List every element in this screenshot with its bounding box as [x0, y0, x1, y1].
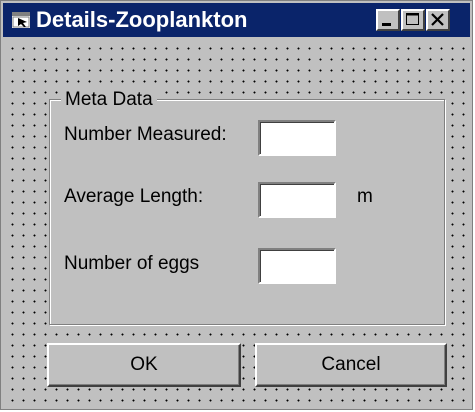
window-title: Details-Zooplankton: [36, 7, 248, 32]
meta-data-legend: Meta Data: [61, 89, 157, 111]
cancel-button[interactable]: Cancel: [255, 343, 447, 387]
title-bar[interactable]: Details-Zooplankton: [3, 3, 470, 37]
number-measured-field[interactable]: [258, 120, 336, 156]
average-length-unit: m: [357, 186, 373, 208]
minimize-icon: [382, 23, 391, 26]
close-button[interactable]: [426, 9, 450, 31]
maximize-icon: [406, 13, 419, 25]
details-zooplankton-window: Details-Zooplankton Meta Data Number Mea…: [0, 0, 473, 410]
ok-button[interactable]: OK: [47, 343, 241, 387]
number-measured-label: Number Measured:: [64, 124, 227, 146]
minimize-button[interactable]: [376, 9, 400, 31]
close-icon: [431, 13, 444, 26]
number-of-eggs-label: Number of eggs: [64, 253, 200, 275]
number-of-eggs-field[interactable]: [258, 248, 336, 284]
average-length-field[interactable]: [258, 182, 336, 218]
average-length-label: Average Length:: [64, 186, 204, 208]
maximize-button[interactable]: [401, 9, 425, 31]
app-window-icon: [12, 12, 30, 28]
